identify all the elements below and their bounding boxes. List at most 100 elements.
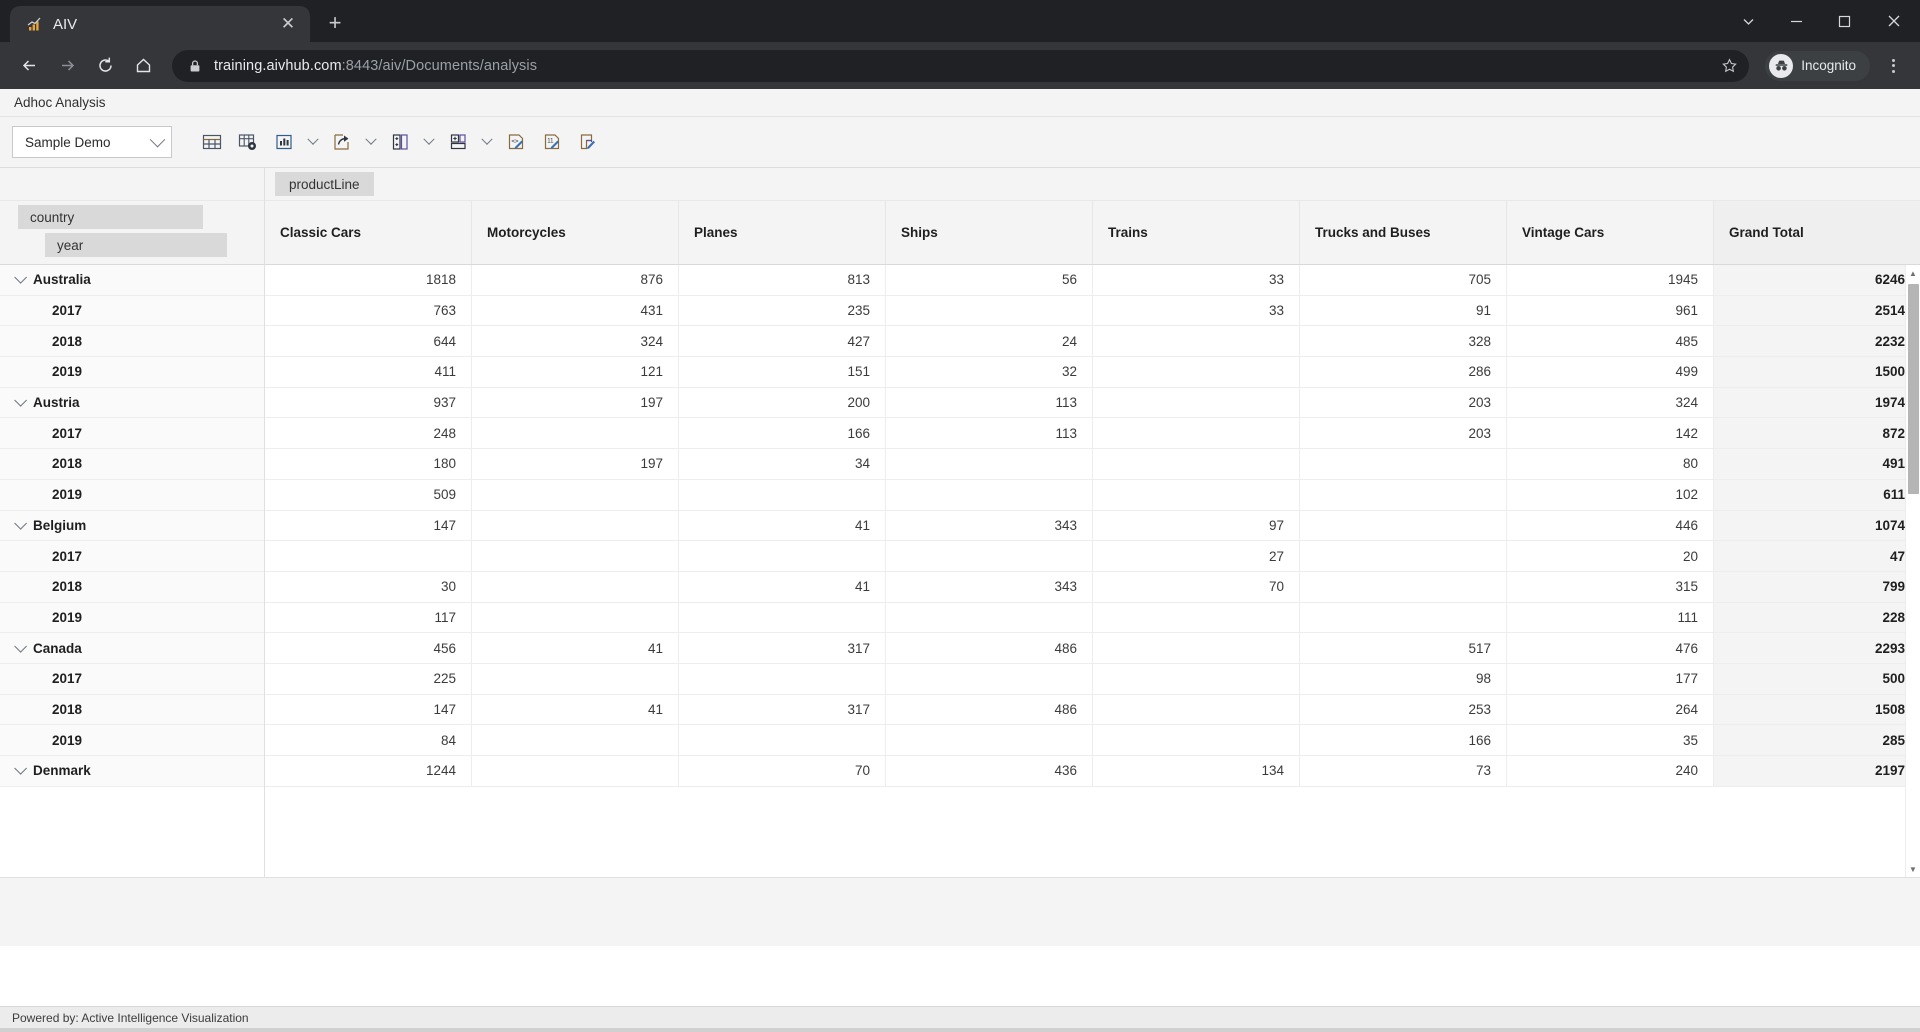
close-icon[interactable]: ✕ <box>276 12 300 36</box>
data-cell[interactable]: 73 <box>1299 756 1506 786</box>
scroll-down-arrow[interactable]: ▼ <box>1906 861 1920 877</box>
data-cell[interactable]: 111 <box>1506 602 1713 633</box>
data-cell[interactable]: 203 <box>1299 387 1506 418</box>
data-cell[interactable]: 97 <box>1092 510 1299 541</box>
row-header-group[interactable]: Australia <box>0 265 264 296</box>
data-cell[interactable]: 24 <box>885 326 1092 357</box>
data-cell[interactable]: 499 <box>1506 357 1713 387</box>
row-header-group[interactable]: Denmark <box>0 756 264 787</box>
chevron-down-icon[interactable] <box>360 124 382 160</box>
grand-total-cell[interactable]: 2232 <box>1713 326 1920 357</box>
grand-total-cell[interactable]: 2514 <box>1713 295 1920 326</box>
column-field-productline[interactable]: productLine <box>275 172 374 196</box>
column-header[interactable]: Planes <box>678 201 885 264</box>
maximize-window-button[interactable] <box>1820 0 1868 42</box>
data-cell[interactable] <box>1092 418 1299 449</box>
data-cell[interactable] <box>678 479 885 510</box>
scrollbar-track[interactable] <box>1906 281 1920 861</box>
data-cell[interactable]: 644 <box>265 326 471 356</box>
code-edit-icon[interactable]: <> <box>498 124 534 160</box>
row-header-group[interactable]: Canada <box>0 633 264 664</box>
data-cell[interactable] <box>678 541 885 571</box>
grand-total-cell[interactable]: 2197 <box>1713 756 1920 786</box>
data-cell[interactable] <box>1299 510 1506 541</box>
data-cell[interactable]: 705 <box>1299 265 1506 295</box>
data-cell[interactable] <box>1092 326 1299 357</box>
grand-total-cell[interactable]: 491 <box>1713 449 1920 479</box>
data-cell[interactable]: 343 <box>885 571 1092 602</box>
data-cell[interactable] <box>471 571 678 602</box>
grand-total-cell[interactable]: 228 <box>1713 602 1920 633</box>
chevron-down-icon[interactable] <box>302 124 324 160</box>
data-cell[interactable]: 166 <box>678 418 885 449</box>
grand-total-cell[interactable]: 47 <box>1713 541 1920 571</box>
data-cell[interactable] <box>1092 663 1299 694</box>
data-cell[interactable] <box>885 479 1092 510</box>
data-cell[interactable]: 203 <box>1299 418 1506 449</box>
data-cell[interactable]: 166 <box>1299 725 1506 755</box>
data-cell[interactable] <box>1299 602 1506 633</box>
row-header-child[interactable]: 2018 <box>0 326 264 358</box>
row-header-child[interactable]: 2018 <box>0 449 264 480</box>
data-cell[interactable]: 317 <box>678 633 885 663</box>
data-cell[interactable]: 324 <box>1506 387 1713 418</box>
data-cell[interactable] <box>1092 479 1299 510</box>
forward-button[interactable] <box>50 49 84 83</box>
data-cell[interactable]: 436 <box>885 756 1092 786</box>
scrollbar-thumb[interactable] <box>1907 284 1919 494</box>
data-cell[interactable]: 200 <box>678 387 885 418</box>
data-cell[interactable]: 248 <box>265 418 471 448</box>
column-header[interactable]: Grand Total <box>1713 201 1920 264</box>
incognito-indicator[interactable]: Incognito <box>1765 50 1870 81</box>
row-header-group[interactable]: Belgium <box>0 510 264 542</box>
data-cell[interactable]: 315 <box>1506 571 1713 602</box>
data-cell[interactable] <box>471 725 678 755</box>
grand-total-cell[interactable]: 285 <box>1713 725 1920 755</box>
data-cell[interactable] <box>1092 387 1299 418</box>
data-cell[interactable]: 485 <box>1506 326 1713 357</box>
data-cell[interactable] <box>678 602 885 633</box>
data-cell[interactable]: 937 <box>265 388 471 418</box>
data-cell[interactable]: 34 <box>678 449 885 479</box>
row-header-child[interactable]: 2017 <box>0 541 264 572</box>
new-tab-button[interactable]: + <box>318 6 352 40</box>
data-cell[interactable]: 70 <box>1092 571 1299 602</box>
data-cell[interactable]: 411 <box>265 357 471 387</box>
data-cell[interactable] <box>471 602 678 633</box>
data-cell[interactable]: 41 <box>471 633 678 663</box>
vertical-scrollbar[interactable]: ▲ ▼ <box>1905 265 1920 877</box>
row-field-year[interactable]: year <box>45 233 227 257</box>
row-header-child[interactable]: 2017 <box>0 295 264 327</box>
data-cell[interactable]: 225 <box>265 664 471 694</box>
data-cell[interactable] <box>885 295 1092 326</box>
data-cell[interactable]: 427 <box>678 326 885 357</box>
data-cell[interactable]: 56 <box>885 265 1092 295</box>
data-cell[interactable]: 431 <box>471 295 678 326</box>
grand-total-cell[interactable]: 6246 <box>1713 265 1920 295</box>
expand-collapse-icon[interactable] <box>14 762 27 776</box>
data-cell[interactable]: 117 <box>265 603 471 633</box>
data-cell[interactable]: 33 <box>1092 295 1299 326</box>
column-header[interactable]: Classic Cars <box>265 201 471 264</box>
data-cell[interactable]: 121 <box>471 357 678 387</box>
data-cell[interactable]: 41 <box>471 694 678 725</box>
column-header[interactable]: Vintage Cars <box>1506 201 1713 264</box>
data-cell[interactable]: 142 <box>1506 418 1713 449</box>
data-cell[interactable] <box>1299 571 1506 602</box>
column-header[interactable]: Trucks and Buses <box>1299 201 1506 264</box>
data-cell[interactable]: 343 <box>885 510 1092 541</box>
data-cell[interactable]: 517 <box>1299 633 1506 663</box>
data-cell[interactable] <box>885 725 1092 755</box>
data-cell[interactable] <box>1299 541 1506 571</box>
row-header-child[interactable]: 2017 <box>0 418 264 450</box>
reload-button[interactable] <box>88 49 122 83</box>
grand-total-cell[interactable]: 799 <box>1713 571 1920 602</box>
chevron-down-icon[interactable] <box>476 124 498 160</box>
data-cell[interactable] <box>471 663 678 694</box>
expand-collapse-icon[interactable] <box>14 639 27 653</box>
data-cell[interactable]: 197 <box>471 449 678 479</box>
dataset-select[interactable]: Sample Demo <box>12 126 172 158</box>
data-cell[interactable]: 134 <box>1092 756 1299 786</box>
grand-total-cell[interactable]: 611 <box>1713 479 1920 510</box>
grand-total-cell[interactable]: 1500 <box>1713 357 1920 387</box>
